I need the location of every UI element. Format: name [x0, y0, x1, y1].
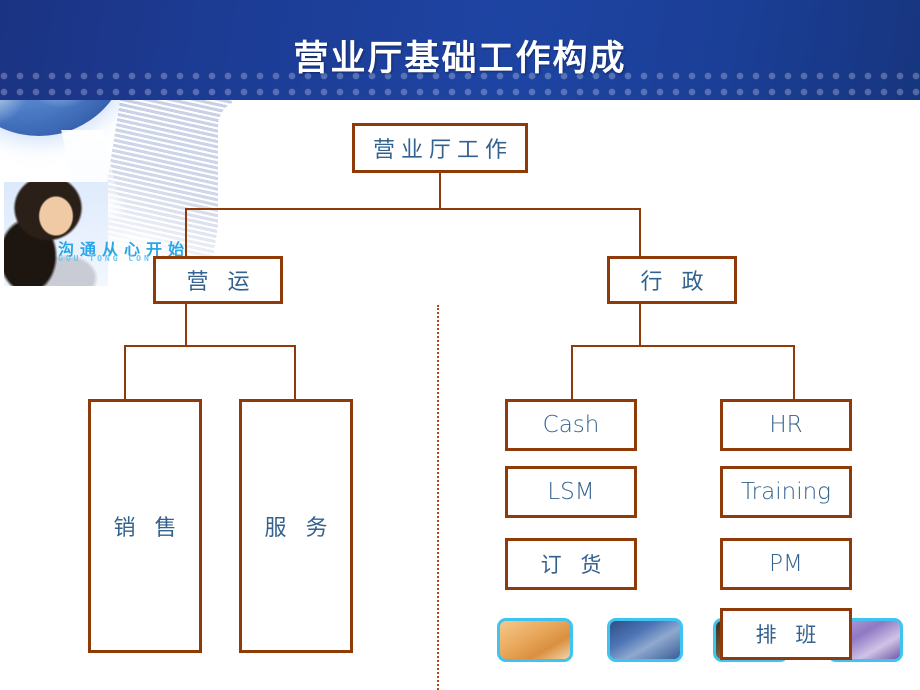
vertical-dotted-divider	[437, 305, 439, 690]
node-cash[interactable]: Cash	[505, 399, 637, 451]
connector-level2-horizontal	[185, 208, 641, 210]
connector-to-hr	[793, 345, 795, 399]
connector-root-down	[439, 173, 441, 209]
photo-thumb-woman-smiling	[497, 618, 573, 662]
node-lsm[interactable]: LSM	[505, 466, 637, 518]
presentation-slide: 沟通从心开始 GOU TONG CON 营业厅基础工作构成 营业厅工作 营 运 …	[0, 0, 920, 690]
node-sales[interactable]: 销 售	[88, 399, 202, 653]
photo-thumb-couple-laptop	[607, 618, 683, 662]
connector-to-sales	[124, 345, 126, 399]
connector-admin-horizontal	[571, 345, 795, 347]
connector-admin-down	[639, 304, 641, 346]
node-ordering[interactable]: 订 货	[505, 538, 637, 590]
node-training[interactable]: Training	[720, 466, 852, 518]
connector-to-operations	[185, 208, 187, 256]
node-service[interactable]: 服 务	[239, 399, 353, 653]
connector-to-cash	[571, 345, 573, 399]
node-operations[interactable]: 营 运	[153, 256, 283, 304]
connector-operations-horizontal	[124, 345, 296, 347]
node-administration[interactable]: 行 政	[607, 256, 737, 304]
node-pm[interactable]: PM	[720, 538, 852, 590]
node-root-yingyeting-gongzuo[interactable]: 营业厅工作	[352, 123, 528, 173]
node-scheduling[interactable]: 排 班	[720, 608, 852, 660]
connector-operations-down	[185, 304, 187, 346]
connector-to-service	[294, 345, 296, 399]
connector-to-admin	[639, 208, 641, 256]
node-hr[interactable]: HR	[720, 399, 852, 451]
page-title: 营业厅基础工作构成	[293, 38, 627, 79]
woman-on-phone-photo	[4, 182, 108, 286]
